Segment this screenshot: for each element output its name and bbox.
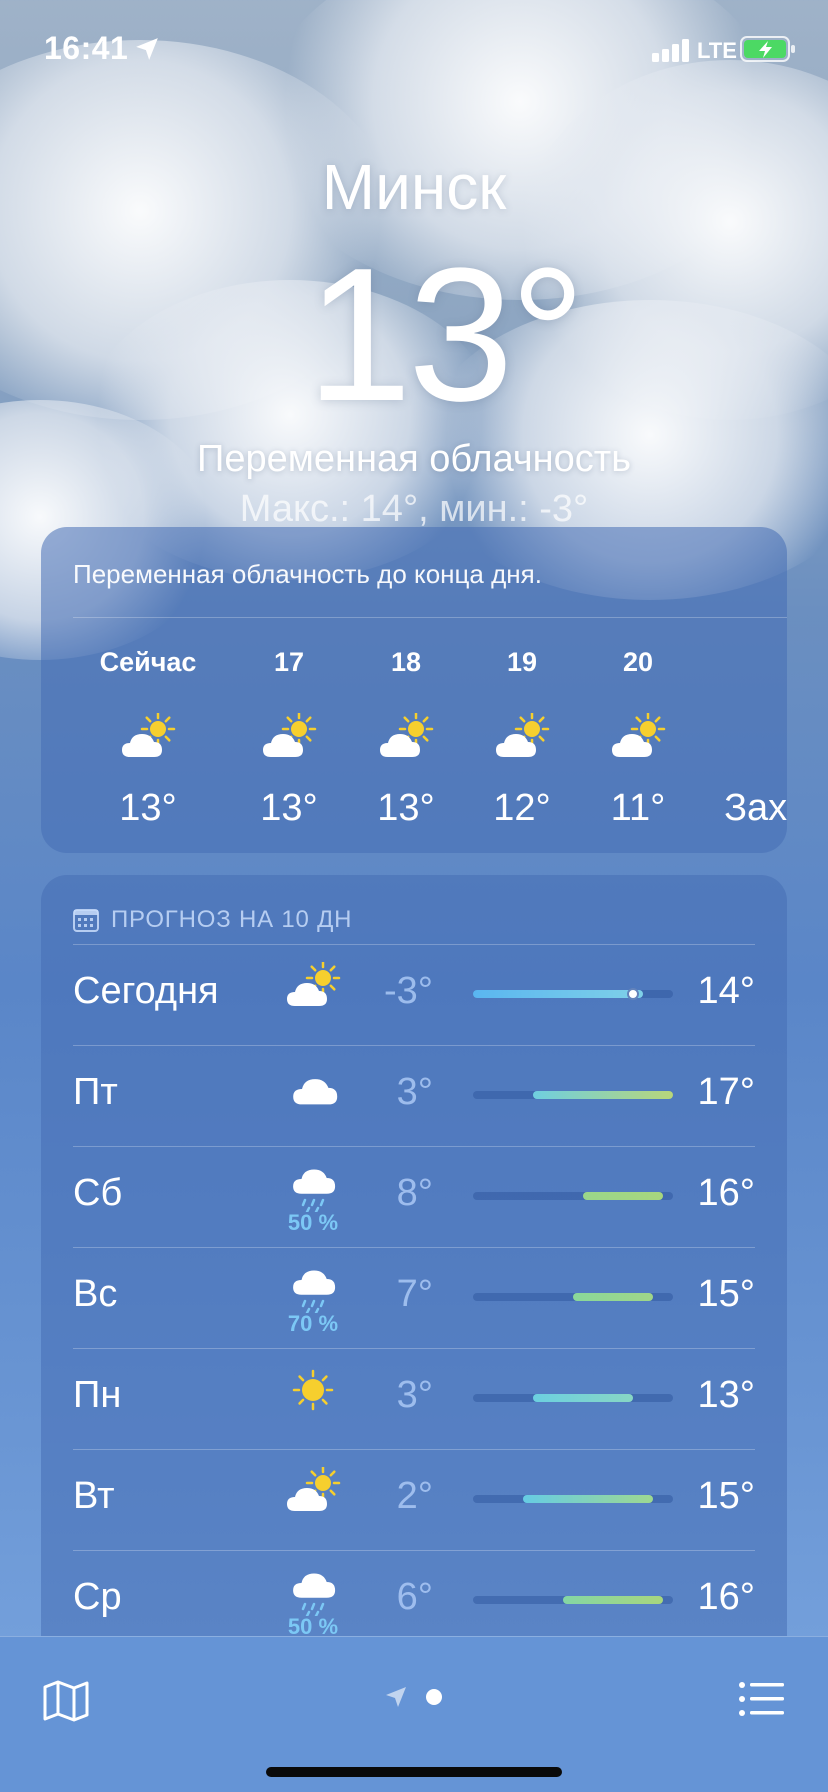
temperature-range-bar xyxy=(473,1091,673,1099)
hourly-item: Захо xyxy=(696,647,787,830)
hour-temperature: 11° xyxy=(610,787,666,829)
map-icon[interactable] xyxy=(42,1679,90,1723)
daily-row[interactable]: Сб 50 % 8° 16° xyxy=(73,1146,755,1247)
hour-label: 20 xyxy=(622,647,654,677)
divider xyxy=(73,617,787,618)
hourly-item: Сейчас 13° xyxy=(78,647,218,830)
partly-sunny-icon xyxy=(492,711,552,761)
bottom-toolbar xyxy=(0,1636,828,1792)
daily-row[interactable]: Пн 3° 13° xyxy=(73,1348,755,1449)
empty-icon xyxy=(736,713,787,761)
partly-sunny-icon xyxy=(283,960,343,1010)
sun-icon xyxy=(283,1366,343,1414)
rain-icon xyxy=(283,1568,343,1618)
current-temp-dot xyxy=(627,988,639,1000)
current-condition: Переменная облачность xyxy=(197,438,631,480)
daily-row[interactable]: Вс 70 % 7° 15° xyxy=(73,1247,755,1348)
day-name: Вс xyxy=(73,1273,118,1315)
high-temperature: 15° xyxy=(697,1273,755,1315)
low-temperature: 6° xyxy=(396,1576,433,1618)
temperature-range-fill xyxy=(523,1495,653,1503)
city-list-icon[interactable] xyxy=(738,1679,786,1719)
day-name: Сегодня xyxy=(73,970,219,1012)
calendar-icon xyxy=(73,909,99,932)
current-location-page-icon[interactable] xyxy=(384,1685,408,1709)
city-name: Минск xyxy=(321,151,507,223)
daily-forecast-title: ПРОГНОЗ НА 10 ДН xyxy=(111,906,353,933)
divider xyxy=(73,1247,755,1248)
divider xyxy=(73,1449,755,1450)
hourly-item: 20 11° xyxy=(568,647,708,830)
low-temperature: 3° xyxy=(396,1374,433,1416)
current-temperature: 13° xyxy=(306,229,585,441)
temperature-range-bar xyxy=(473,1495,673,1503)
daily-forecast-header: ПРОГНОЗ НА 10 ДН xyxy=(73,903,352,937)
high-low-temperature: Макс.: 14°, мин.: -3° xyxy=(239,488,589,530)
temperature-range-fill xyxy=(473,990,643,998)
partly-sunny-icon xyxy=(259,711,319,761)
cloud-icon xyxy=(283,1063,343,1111)
low-temperature: 8° xyxy=(396,1172,433,1214)
temperature-range-fill xyxy=(573,1293,653,1301)
high-temperature: 15° xyxy=(697,1475,755,1517)
temperature-range-bar xyxy=(473,1394,673,1402)
temperature-range-fill xyxy=(583,1192,663,1200)
divider xyxy=(73,1550,755,1551)
hour-label xyxy=(696,647,787,687)
temperature-range-bar xyxy=(473,1293,673,1301)
temperature-range-bar xyxy=(473,1596,673,1604)
daily-row[interactable]: Сегодня -3° 14° xyxy=(73,944,755,1045)
status-time: 16:41 xyxy=(44,30,129,66)
partly-sunny-icon xyxy=(283,1465,343,1515)
high-temperature: 16° xyxy=(697,1172,755,1214)
temperature-range-fill xyxy=(533,1394,633,1402)
high-temperature: 13° xyxy=(697,1374,755,1416)
divider xyxy=(73,1146,755,1147)
home-indicator xyxy=(266,1767,562,1777)
temperature-range-bar xyxy=(473,1192,673,1200)
daily-row[interactable]: Пт 3° 17° xyxy=(73,1045,755,1146)
temperature-range-fill xyxy=(533,1091,673,1099)
divider xyxy=(73,944,755,945)
rain-icon xyxy=(283,1164,343,1214)
day-name: Вт xyxy=(73,1475,115,1517)
hourly-forecast-card[interactable]: Переменная облачность до конца дня. Сейч… xyxy=(41,527,787,853)
high-temperature: 16° xyxy=(697,1576,755,1618)
partly-sunny-icon xyxy=(118,711,178,761)
location-arrow-icon xyxy=(136,38,158,60)
hour-label: Сейчас xyxy=(99,647,197,677)
day-name: Ср xyxy=(73,1576,122,1618)
battery-charging-icon xyxy=(740,36,795,62)
partly-sunny-icon xyxy=(608,711,668,761)
day-name: Пт xyxy=(73,1071,118,1113)
page-indicator-dot[interactable] xyxy=(426,1689,442,1705)
high-temperature: 17° xyxy=(697,1071,755,1113)
temperature-range-bar xyxy=(473,988,673,1000)
hour-temperature: 13° xyxy=(119,787,177,829)
low-temperature: 7° xyxy=(396,1273,433,1315)
temperature-range-fill xyxy=(563,1596,663,1604)
day-name: Пн xyxy=(73,1374,122,1416)
low-temperature: 3° xyxy=(396,1071,433,1113)
day-name: Сб xyxy=(73,1172,123,1214)
rain-icon xyxy=(283,1265,343,1315)
partly-sunny-icon xyxy=(376,711,436,761)
status-bar: 16:41 LTE xyxy=(0,0,828,100)
precipitation-chance: 50 % xyxy=(287,1210,339,1235)
divider xyxy=(73,1348,755,1349)
hour-temperature: Захо xyxy=(724,787,787,829)
high-temperature: 14° xyxy=(697,970,755,1012)
daily-row[interactable]: Вт 2° 15° xyxy=(73,1449,755,1550)
divider xyxy=(73,1045,755,1046)
precipitation-chance: 70 % xyxy=(287,1311,339,1336)
signal-bars-icon xyxy=(652,39,689,62)
hourly-summary: Переменная облачность до конца дня. xyxy=(73,559,542,589)
low-temperature: 2° xyxy=(396,1475,433,1517)
low-temperature: -3° xyxy=(384,970,433,1012)
network-type: LTE xyxy=(697,38,737,63)
